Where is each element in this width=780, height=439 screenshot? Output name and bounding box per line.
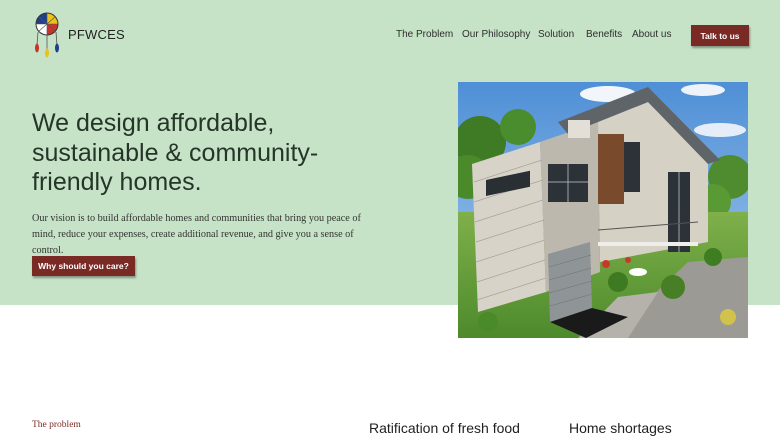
talk-to-us-button[interactable]: Talk to us — [691, 25, 749, 46]
why-should-you-care-button[interactable]: Why should you care? — [32, 256, 135, 276]
brand-name[interactable]: PFWCES — [68, 27, 125, 42]
column-title-fresh-food: Ratification of fresh food — [369, 420, 520, 436]
problem-eyebrow: The problem — [32, 420, 81, 430]
hero-headline: We design affordable, sustainable & comm… — [32, 109, 319, 196]
nav-benefits[interactable]: Benefits — [586, 29, 622, 40]
nav-solution[interactable]: Solution — [538, 29, 574, 40]
hero-description: Our vision is to build affordable homes … — [32, 213, 361, 256]
dreamcatcher-logo-icon[interactable] — [33, 12, 61, 58]
problem-heading-partial — [32, 433, 122, 439]
nav-our-philosophy[interactable]: Our Philosophy — [462, 29, 530, 40]
house-rendering-image — [458, 82, 748, 338]
column-title-home-shortages: Home shortages — [569, 420, 672, 436]
nav-the-problem[interactable]: The Problem — [396, 29, 453, 40]
nav-about-us[interactable]: About us — [632, 29, 671, 40]
